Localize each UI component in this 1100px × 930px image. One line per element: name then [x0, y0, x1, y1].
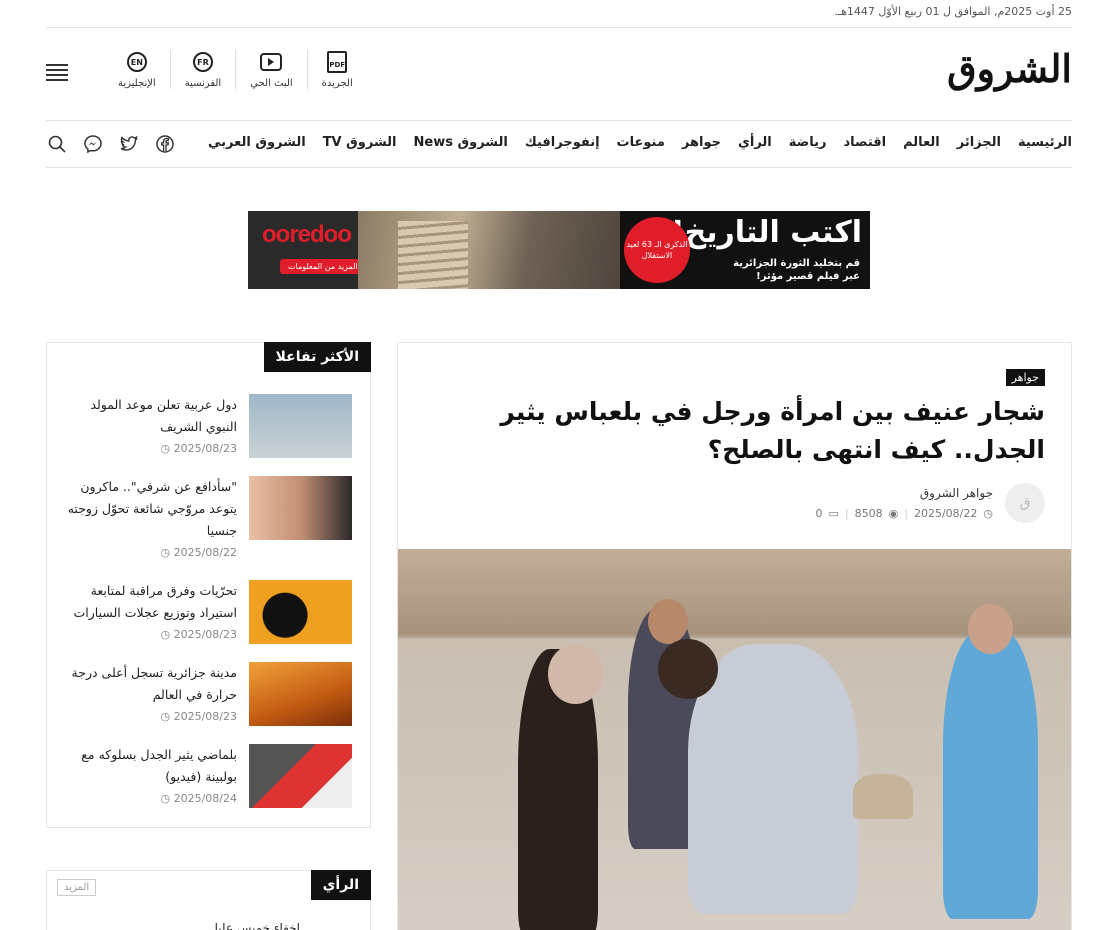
ooredoo-logo: ooredoo: [262, 221, 352, 248]
main-nav: الرئيسية الجزائر العالم اقتصاد رياضة الر…: [46, 120, 1072, 168]
twitter-icon[interactable]: [118, 133, 140, 155]
article-views: 8508: [854, 507, 883, 520]
more-button[interactable]: المزيد: [57, 879, 97, 896]
social-links: [46, 133, 190, 155]
thumbnail: [249, 662, 352, 726]
top-date-bar: 25 أوت 2025م, الموافق ل 01 ربيع الأوّل 1…: [46, 0, 1072, 28]
main-article: جواهر شجار عنيف بين امرأة ورجل في بلعباس…: [397, 342, 1072, 930]
pdf-icon: PDF: [327, 51, 348, 73]
nav-item-jawaher[interactable]: جواهر: [682, 135, 721, 150]
article-date: 2025/08/22: [913, 507, 978, 520]
eye-icon: ◉: [888, 507, 899, 520]
nav-item-tv[interactable]: الشروق TV: [323, 135, 397, 150]
live-stream-link[interactable]: البث الحي: [235, 50, 306, 89]
ad-anniversary-badge: الذكرى الـ 63 لعيد الاستقلال: [624, 217, 690, 283]
english-icon: EN: [126, 52, 147, 72]
nav-item-misc[interactable]: منوعات: [617, 135, 665, 150]
item-title: "سأدافع عن شرفي".. ماكرون يتوعد مروّجي ش…: [67, 479, 237, 538]
nav-item-home[interactable]: الرئيسية: [1018, 135, 1072, 150]
opinion-heading: الرأي: [310, 870, 371, 900]
tool-label: الجريدة: [321, 78, 353, 89]
author-avatar[interactable]: ﻕ: [1005, 483, 1045, 523]
item-title: تحرّيات وفرق مراقبة لمتابعة استيراد وتوز…: [73, 583, 237, 620]
nav-item-news[interactable]: الشروق News: [414, 135, 508, 150]
item-date: 2025/08/23 ◷: [160, 442, 237, 455]
list-item[interactable]: مدينة جزائرية تسجل أعلى درجة حرارة في ال…: [64, 662, 352, 742]
current-date: 25 أوت 2025م, الموافق ل 01 ربيع الأوّل 1…: [834, 5, 1072, 18]
nav-item-infographic[interactable]: إنفوجرافيك: [525, 135, 600, 150]
author-name[interactable]: جواهر الشروق: [920, 486, 993, 500]
nav-item-economy[interactable]: اقتصاد: [843, 135, 886, 150]
ad-banner[interactable]: ooredoo المزيد من المعلومات اكتب التاريخ…: [248, 211, 870, 289]
french-edition-link[interactable]: FR الفرنسية: [169, 50, 235, 89]
ad-photo: [358, 211, 638, 289]
item-date: 2025/08/23 ◷: [160, 710, 237, 723]
list-item[interactable]: بلماضي يثير الجدل بسلوكه مع بولبينة (فيد…: [64, 744, 352, 824]
article-hero-image[interactable]: [398, 549, 1071, 930]
opinion-panel: الرأي المزيد إخفاء خميس عليا: [46, 870, 371, 930]
ad-subtitle-line: عبر فيلم قصير مؤثر!: [756, 271, 860, 282]
item-title: دول عربية تعلن موعد المولد النبوي الشريف: [90, 397, 237, 434]
nav-item-arabi[interactable]: الشروق العربي: [208, 135, 306, 150]
clock-icon: ◷: [983, 507, 993, 520]
messenger-icon[interactable]: [82, 133, 104, 155]
nav-item-opinion[interactable]: الرأي: [738, 135, 772, 150]
item-title: مدينة جزائرية تسجل أعلى درجة حرارة في ال…: [71, 665, 237, 702]
english-edition-link[interactable]: EN الإنجليزية: [104, 50, 170, 89]
article-comments[interactable]: 0: [816, 507, 823, 520]
article-title[interactable]: شجار عنيف بين امرأة ورجل في بلعباس يثير …: [445, 393, 1045, 469]
opinion-item-title[interactable]: إخفاء خميس عليا: [215, 921, 300, 930]
item-date: 2025/08/22 ◷: [160, 546, 237, 559]
site-logo[interactable]: الشروق: [947, 46, 1073, 91]
item-date: 2025/08/24 ◷: [160, 792, 237, 805]
thumbnail: [249, 394, 352, 458]
ad-headline: اكتب التاريخ!: [670, 215, 862, 250]
thumbnail: [249, 476, 352, 540]
tool-label: البث الحي: [250, 78, 293, 89]
nav-item-world[interactable]: العالم: [903, 135, 940, 150]
sidebar-heading: الأكثر تفاعلا: [263, 342, 371, 372]
tool-label: الفرنسية: [184, 78, 222, 89]
french-icon: FR: [192, 52, 213, 72]
list-item[interactable]: تحرّيات وفرق مراقبة لمتابعة استيراد وتوز…: [64, 580, 352, 660]
thumbnail: [249, 580, 352, 644]
article-meta: ◷ 2025/08/22 | ◉ 8508 | ▭ 0: [815, 507, 993, 520]
facebook-icon[interactable]: [154, 133, 176, 155]
search-icon[interactable]: [46, 133, 68, 155]
ad-more-info-button[interactable]: المزيد من المعلومات: [280, 259, 366, 274]
newspaper-pdf-link[interactable]: PDF الجريدة: [306, 50, 367, 89]
menu-icon[interactable]: [46, 64, 68, 82]
site-header: الشروق EN الإنجليزية FR الفرنسية البث ال…: [46, 28, 1073, 120]
play-icon: [260, 53, 283, 71]
most-interactive-panel: الأكثر تفاعلا دول عربية تعلن موعد المولد…: [46, 342, 371, 828]
list-item[interactable]: دول عربية تعلن موعد المولد النبوي الشريف…: [64, 394, 352, 474]
nav-item-algeria[interactable]: الجزائر: [957, 135, 1001, 150]
category-badge[interactable]: جواهر: [1005, 369, 1045, 386]
tool-label: الإنجليزية: [118, 78, 156, 89]
ad-subtitle-line: قم بتخليد الثورة الجزائرية: [733, 258, 860, 269]
nav-item-sports[interactable]: رياضة: [789, 135, 827, 150]
ad-subtitle: قم بتخليد الثورة الجزائرية عبر فيلم قصير…: [733, 257, 860, 283]
thumbnail: [249, 744, 352, 808]
item-date: 2025/08/23 ◷: [160, 628, 237, 641]
item-title: بلماضي يثير الجدل بسلوكه مع بولبينة (فيد…: [81, 747, 237, 784]
header-tools: EN الإنجليزية FR الفرنسية البث الحي PDF …: [104, 50, 367, 89]
comment-icon[interactable]: ▭: [829, 507, 839, 520]
list-item[interactable]: "سأدافع عن شرفي".. ماكرون يتوعد مروّجي ش…: [64, 476, 352, 559]
